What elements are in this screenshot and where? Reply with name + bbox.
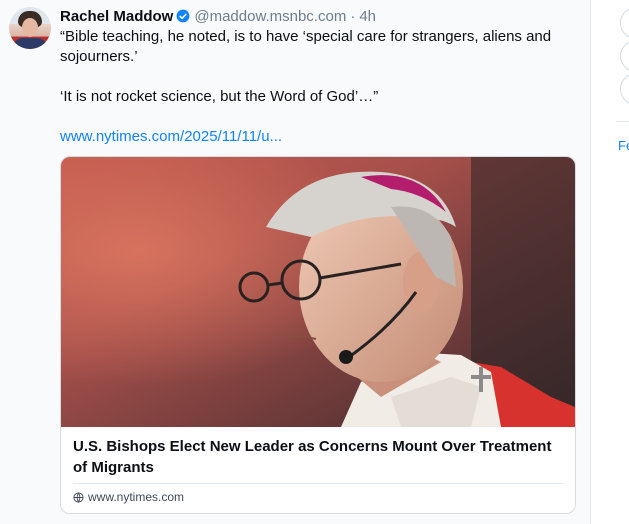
avatar-shirt	[13, 38, 47, 49]
post-header: Rachel Maddow @maddow.msnbc.com · 4h	[60, 6, 376, 26]
card-domain: www.nytimes.com	[88, 490, 185, 504]
card-domain-row: www.nytimes.com	[73, 490, 184, 504]
link-preview-card[interactable]: U.S. Bishops Elect New Leader as Concern…	[60, 156, 576, 514]
author-handle[interactable]: @maddow.msnbc.com	[194, 8, 346, 25]
post-text: “Bible teaching, he noted, is to have ‘s…	[60, 27, 580, 107]
feed-column: Rachel Maddow @maddow.msnbc.com · 4h “Bi…	[0, 0, 590, 524]
right-column-link[interactable]: Fe	[618, 138, 629, 153]
card-thumbnail-image	[61, 157, 575, 427]
card-body[interactable]: U.S. Bishops Elect New Leader as Concern…	[61, 427, 575, 513]
post-link[interactable]: www.nytimes.com/2025/11/11/u...	[60, 127, 282, 147]
post-timestamp[interactable]: 4h	[359, 8, 376, 25]
verified-badge-icon	[176, 9, 190, 23]
card-title[interactable]: U.S. Bishops Elect New Leader as Concern…	[73, 436, 563, 478]
header-separator: ·	[350, 7, 356, 25]
right-column-divider	[616, 121, 629, 122]
avatar-face	[22, 18, 38, 37]
avatar[interactable]	[9, 7, 51, 49]
post-text-paragraph-1: “Bible teaching, he noted, is to have ‘s…	[60, 28, 552, 65]
post-text-paragraph-2: ‘It is not rocket science, but the Word …	[60, 88, 379, 105]
author-name[interactable]: Rachel Maddow	[60, 8, 173, 25]
card-divider	[73, 483, 563, 484]
globe-icon	[73, 491, 84, 503]
